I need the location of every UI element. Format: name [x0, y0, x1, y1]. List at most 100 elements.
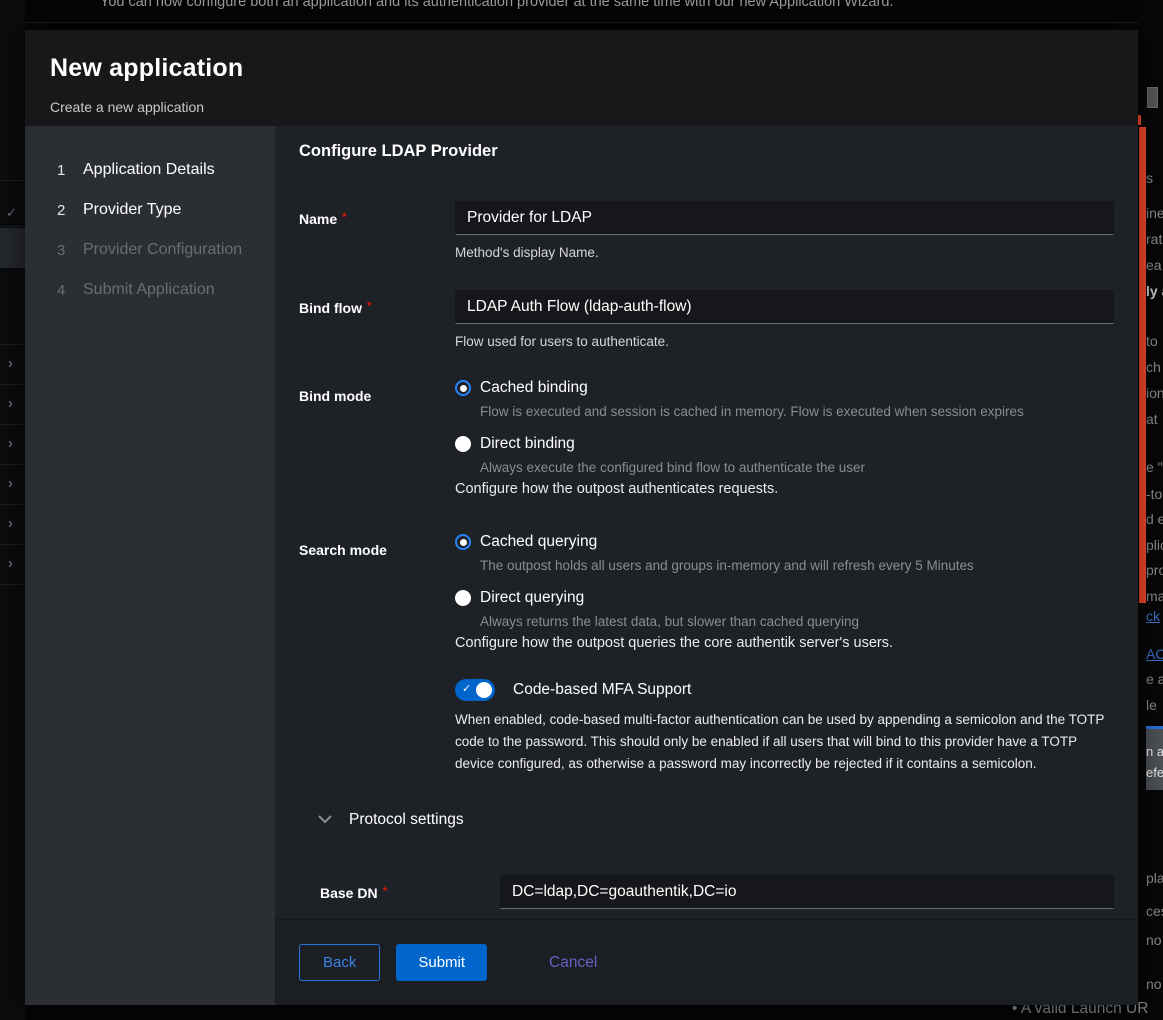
step-number: 3 [57, 242, 83, 259]
clipped-text: le [1146, 697, 1157, 713]
wizard-step-application-details[interactable]: 1 Application Details [57, 150, 275, 190]
name-help: Method's display Name. [455, 245, 1114, 260]
divider [0, 424, 25, 425]
clipped-text: -to [1146, 486, 1162, 502]
label-text: Bind flow [299, 300, 362, 316]
chevron-down-icon [318, 815, 332, 824]
toggle-check-icon: ✓ [462, 682, 471, 695]
clipped-text: ine [1146, 205, 1163, 221]
chevron-right-icon[interactable]: › [8, 356, 13, 371]
name-label: Name * [299, 201, 455, 260]
mfa-label[interactable]: Code-based MFA Support [513, 681, 691, 699]
wizard-step-provider-configuration: 3 Provider Configuration [57, 230, 275, 270]
direct-querying-radio[interactable] [455, 590, 471, 606]
bind-mode-help: Configure how the outpost authenticates … [455, 481, 1114, 497]
divider [0, 544, 25, 545]
chevron-right-icon[interactable]: › [8, 436, 13, 451]
bind-flow-help: Flow used for users to authenticate. [455, 334, 1114, 349]
field-row-name: Name * Method's display Name. [299, 201, 1114, 260]
wizard-step-provider-type[interactable]: 2 Provider Type [57, 190, 275, 230]
cached-querying-desc: The outpost holds all users and groups i… [480, 558, 1114, 573]
mfa-toggle[interactable]: ✓ [455, 679, 495, 701]
direct-binding-radio[interactable] [455, 436, 471, 452]
step-label: Provider Type [83, 201, 181, 219]
divider [0, 226, 25, 227]
clipped-text: ea [1146, 257, 1162, 273]
clipped-text: ch [1146, 359, 1161, 375]
chevron-right-icon[interactable]: › [8, 516, 13, 531]
bind-flow-label: Bind flow * [299, 290, 455, 349]
bind-flow-select[interactable] [455, 290, 1114, 324]
modal-subtitle: Create a new application [50, 99, 1113, 115]
label-text: Base DN [320, 885, 378, 901]
back-button[interactable]: Back [299, 944, 380, 981]
notification-accent-bar [1139, 127, 1146, 603]
modal-title: New application [50, 54, 1113, 83]
sidebar-active-row[interactable] [0, 228, 25, 268]
chevron-right-icon[interactable]: › [8, 396, 13, 411]
chevron-right-icon[interactable]: › [8, 476, 13, 491]
provider-form: Configure LDAP Provider Name * Method's d… [275, 126, 1138, 919]
background-sidebar-strip: ✓ › › › › › › [0, 0, 25, 1020]
cached-binding-radio[interactable] [455, 380, 471, 396]
divider [0, 180, 25, 181]
direct-querying-desc: Always returns the latest data, but slow… [480, 614, 1114, 629]
required-asterisk: * [342, 210, 347, 224]
wizard-steps-nav: 1 Application Details 2 Provider Type 3 … [25, 126, 275, 1005]
step-number: 1 [57, 162, 83, 179]
clipped-link[interactable]: ck [1146, 608, 1160, 624]
admonition-line: n a [1146, 741, 1163, 762]
label-text: Name [299, 211, 337, 227]
cached-querying-radio[interactable] [455, 534, 471, 550]
toggle-knob [476, 682, 492, 698]
check-icon: ✓ [6, 205, 17, 221]
cached-binding-label[interactable]: Cached binding [480, 379, 588, 397]
clipped-text: ces [1146, 903, 1163, 919]
divider [0, 384, 25, 385]
wizard-step-submit-application: 4 Submit Application [57, 270, 275, 310]
search-mode-label: Search mode [299, 533, 455, 651]
direct-querying-label[interactable]: Direct querying [480, 589, 584, 607]
banner-divider [0, 22, 1163, 23]
required-asterisk: * [367, 299, 372, 313]
clipped-text: e "o [1146, 459, 1163, 475]
wizard-footer: Back Submit Cancel [275, 919, 1138, 1005]
clipped-text: ion [1146, 385, 1163, 401]
chevron-right-icon[interactable]: › [8, 556, 13, 571]
admonition-line: efe [1146, 762, 1163, 783]
base-dn-input[interactable] [500, 875, 1114, 909]
divider [0, 504, 25, 505]
clipped-text: s [1146, 170, 1153, 186]
clipped-text: ma [1146, 588, 1163, 604]
clipped-text: to [1146, 333, 1158, 349]
direct-binding-label[interactable]: Direct binding [480, 435, 575, 453]
modal-header: New application Create a new application [25, 30, 1138, 126]
required-asterisk: * [383, 884, 388, 898]
step-label: Application Details [83, 161, 215, 179]
field-row-base-dn: Base DN * [320, 875, 1114, 909]
new-application-modal: New application Create a new application… [25, 30, 1138, 1005]
form-heading: Configure LDAP Provider [299, 142, 1114, 161]
divider [0, 464, 25, 465]
cached-binding-desc: Flow is executed and session is cached i… [480, 404, 1114, 419]
clipped-text: pla [1146, 870, 1163, 886]
direct-binding-desc: Always execute the configured bind flow … [480, 460, 1114, 475]
submit-button[interactable]: Submit [396, 944, 487, 981]
cancel-button[interactable]: Cancel [549, 954, 597, 972]
step-label: Provider Configuration [83, 241, 242, 259]
protocol-settings-section[interactable]: Protocol settings [318, 811, 1114, 829]
cached-querying-label[interactable]: Cached querying [480, 533, 597, 551]
clipped-text: plic [1146, 537, 1163, 553]
field-row-bind-mode: Bind mode Cached binding Flow is execute… [299, 379, 1114, 497]
step-number: 4 [57, 282, 83, 299]
clipped-text: no [1146, 932, 1162, 948]
clipped-link[interactable]: AC [1146, 646, 1163, 662]
announcement-banner: You can now configure both an applicatio… [100, 0, 893, 10]
field-row-bind-flow: Bind flow * Flow used for users to authen… [299, 290, 1114, 349]
clipped-text: d e [1146, 511, 1163, 527]
admonition-box: n a efe [1146, 726, 1163, 790]
step-number: 2 [57, 202, 83, 219]
name-input[interactable] [455, 201, 1114, 235]
scrollbar-thumb[interactable] [1147, 87, 1158, 108]
field-row-mfa: ✓ Code-based MFA Support When enabled, c… [299, 679, 1114, 775]
